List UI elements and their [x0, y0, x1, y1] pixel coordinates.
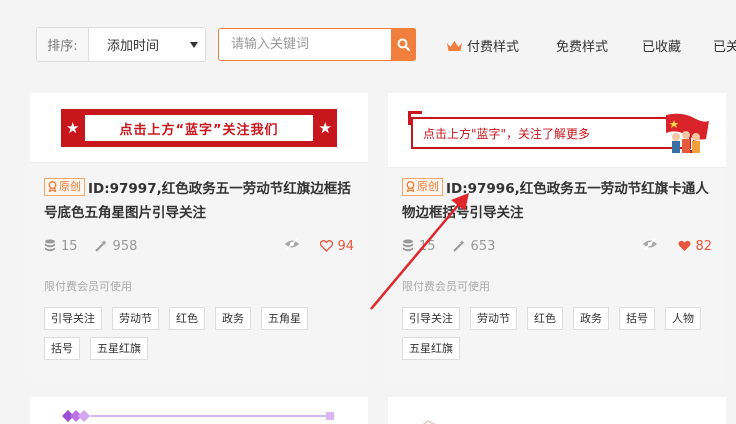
magic-wand-icon: [452, 240, 465, 252]
crown-icon: [447, 41, 462, 51]
search-button[interactable]: [391, 28, 416, 61]
banner-preview: 点击上方"蓝字"，关注了解更多: [408, 111, 709, 153]
tag-list: 引导关注 劳动节 红色 政务 括号 人物 五星红旗: [402, 307, 720, 367]
style-card-97996[interactable]: 点击上方"蓝字"，关注了解更多 原创 ID:97996,红色政务五一劳动节红旗卡通…: [388, 93, 726, 383]
sort-value[interactable]: 添加时间: [89, 35, 190, 54]
stack-count: 15: [44, 239, 78, 254]
sort-label: 排序:: [37, 28, 89, 61]
card-title[interactable]: 原创 ID:97996,红色政务五一劳动节红旗卡通人物边框括号引导关注: [402, 177, 714, 225]
card-title[interactable]: 原创 ID:97997,红色政务五一劳动节红旗边框括号底色五角星图片引导关注: [44, 177, 356, 225]
like-count: 94: [337, 238, 354, 254]
heart-outline-icon: [320, 240, 334, 252]
card-preview[interactable]: 点击上方"蓝字"，关注了解更多: [388, 93, 726, 168]
original-badge: 原创: [44, 177, 85, 196]
database-icon: [403, 239, 413, 252]
tag[interactable]: 政务: [215, 307, 251, 330]
search-input[interactable]: [219, 29, 391, 60]
star-icon: ★: [66, 119, 80, 137]
tag[interactable]: 劳动节: [470, 307, 517, 330]
card-title-text: ID:97997,红色政务五一劳动节红旗边框括号底色五角星图片引导关注: [44, 181, 351, 221]
card-stats: 15 958 94: [44, 238, 354, 254]
nav-favorites[interactable]: 已收藏: [642, 36, 681, 55]
style-card-next[interactable]: [30, 397, 368, 424]
database-icon: [45, 239, 55, 252]
like-button[interactable]: 82: [678, 239, 712, 254]
tag[interactable]: 引导关注: [44, 307, 102, 330]
access-limit: 限付费会员可使用: [44, 280, 132, 293]
card-preview[interactable]: ★ 点击上方“蓝字”关注我们 ★: [30, 93, 368, 163]
stack-count-value: 15: [61, 238, 78, 254]
search-icon: [397, 38, 410, 51]
tag[interactable]: 五角星: [261, 307, 308, 330]
flag-people-illustration: [666, 113, 709, 153]
badge-label: 原创: [417, 179, 439, 193]
heart-filled-icon: [678, 240, 691, 251]
chevron-down-icon[interactable]: [190, 41, 198, 48]
decorative-preview: [422, 419, 437, 424]
tag[interactable]: 劳动节: [112, 307, 159, 330]
tag[interactable]: 红色: [527, 307, 563, 330]
nav-paid-styles[interactable]: 付费样式: [446, 36, 519, 55]
hide-icon[interactable]: [642, 238, 658, 254]
card-body: 原创 ID:97997,红色政务五一劳动节红旗边框括号底色五角星图片引导关注 15…: [30, 163, 368, 378]
use-count-value: 958: [112, 238, 138, 254]
tag-list: 引导关注 劳动节 红色 政务 五角星 括号 五星红旗: [44, 307, 362, 367]
search-box: [218, 28, 416, 61]
tag[interactable]: 引导关注: [402, 307, 460, 330]
like-count: 82: [695, 238, 712, 254]
banner-text: 点击上方"蓝字"，关注了解更多: [411, 117, 691, 149]
medal-icon: [48, 181, 57, 192]
tag[interactable]: 红色: [169, 307, 205, 330]
filter-toolbar: 排序: 添加时间 付费样式 免费样式 已收藏 已关: [0, 0, 736, 92]
hide-icon[interactable]: [284, 238, 300, 254]
badge-label: 原创: [59, 179, 81, 193]
tag[interactable]: 括号: [619, 307, 655, 330]
nav-used[interactable]: 已关: [713, 36, 736, 55]
use-count-value: 653: [470, 238, 496, 254]
tag[interactable]: 五星红旗: [402, 337, 460, 360]
tag[interactable]: 括号: [44, 337, 80, 360]
sort-select[interactable]: 排序: 添加时间: [36, 27, 206, 62]
stack-count-value: 15: [419, 238, 436, 254]
tag[interactable]: 政务: [573, 307, 609, 330]
nav-paid-label: 付费样式: [467, 40, 520, 55]
banner-preview: ★ 点击上方“蓝字”关注我们 ★: [61, 109, 337, 147]
style-card-next[interactable]: [388, 397, 726, 424]
original-badge: 原创: [402, 177, 443, 196]
style-card-97997[interactable]: ★ 点击上方“蓝字”关注我们 ★ 原创 ID:97997,红色政务五一劳动节红旗边…: [30, 93, 368, 378]
nav-free-styles[interactable]: 免费样式: [556, 36, 608, 55]
tag[interactable]: 人物: [665, 307, 701, 330]
use-count: 653: [452, 238, 496, 254]
access-limit: 限付费会员可使用: [402, 280, 490, 293]
card-body: 原创 ID:97996,红色政务五一劳动节红旗卡通人物边框括号引导关注 15 65…: [388, 168, 726, 383]
use-count: 958: [94, 238, 138, 254]
star-icon: ★: [318, 119, 332, 137]
decorative-line-preview: [62, 410, 334, 422]
magic-wand-icon: [94, 240, 107, 252]
stack-count: 15: [402, 239, 436, 254]
like-button[interactable]: 94: [320, 239, 354, 254]
card-stats: 15 653 82: [402, 238, 712, 254]
banner-text: 点击上方“蓝字”关注我们: [85, 115, 313, 141]
card-title-text: ID:97996,红色政务五一劳动节红旗卡通人物边框括号引导关注: [402, 181, 709, 221]
medal-icon: [406, 181, 415, 192]
tag[interactable]: 五星红旗: [90, 337, 148, 360]
